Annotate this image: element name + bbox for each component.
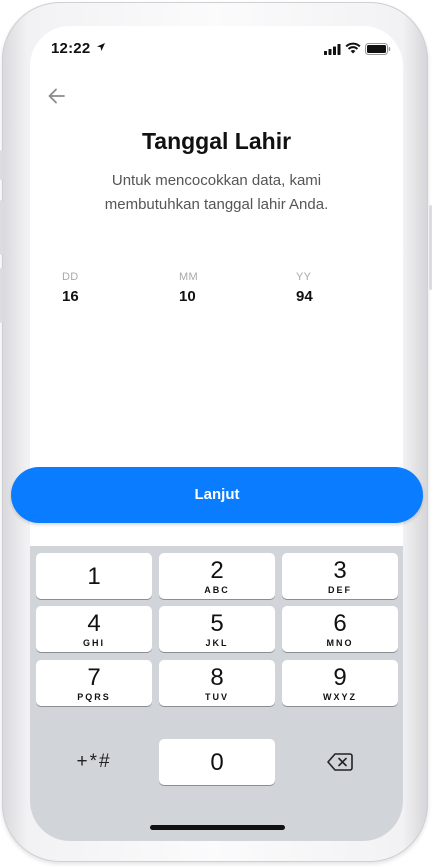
key-letters: GHI: [82, 638, 105, 648]
backspace-key[interactable]: [282, 739, 398, 785]
key-letters: PQRS: [77, 692, 111, 702]
key-2[interactable]: 2 ABC: [159, 553, 275, 599]
month-field[interactable]: MM 10: [179, 271, 259, 305]
battery-icon: [365, 43, 391, 55]
status-bar: 12:22: [30, 26, 403, 70]
key-9[interactable]: 9 WXYZ: [282, 660, 398, 706]
key-letters: DEF: [328, 585, 352, 595]
page-subtitle: Untuk mencocokkan data, kami membutuhkan…: [104, 172, 329, 213]
back-button[interactable]: [46, 86, 68, 106]
month-label: MM: [179, 271, 198, 283]
year-field[interactable]: YY 94: [296, 271, 376, 305]
key-number: 3: [333, 557, 347, 584]
key-letters: WXYZ: [323, 692, 357, 702]
key-number: 0: [210, 749, 224, 776]
key-5[interactable]: 5 JKL: [159, 606, 275, 652]
key-6[interactable]: 6 MNO: [282, 606, 398, 652]
key-number: 5: [210, 610, 224, 637]
key-letters: ABC: [204, 585, 230, 595]
key-3[interactable]: 3 DEF: [282, 553, 398, 599]
cellular-signal-icon: [324, 44, 341, 55]
key-number: 6: [333, 610, 347, 637]
key-8[interactable]: 8 TUV: [159, 660, 275, 706]
month-value: 10: [179, 288, 196, 305]
key-letters: JKL: [205, 638, 229, 648]
key-4[interactable]: 4 GHI: [36, 606, 152, 652]
side-button: [0, 200, 3, 255]
key-symbols[interactable]: +*#: [36, 739, 152, 785]
numeric-keypad: 1 2 ABC 3 DEF 4 GHI 5 JKL 6 MNO 7 PQRS 8…: [30, 546, 403, 841]
continue-button[interactable]: Lanjut: [11, 467, 423, 523]
arrow-left-icon: [48, 88, 65, 104]
key-number: 7: [87, 664, 101, 691]
home-indicator: [150, 825, 285, 830]
status-time: 12:22: [51, 40, 91, 57]
day-field[interactable]: DD 16: [62, 271, 142, 305]
location-arrow-icon: [97, 43, 105, 51]
side-button: [0, 150, 3, 180]
key-number: 1: [87, 563, 101, 590]
key-number: 4: [87, 610, 101, 637]
key-7[interactable]: 7 PQRS: [36, 660, 152, 706]
key-0[interactable]: 0: [159, 739, 275, 785]
page-title: Tanggal Lahir: [141, 128, 292, 154]
side-button: [0, 268, 3, 323]
wifi-icon: [345, 42, 361, 54]
key-number: 8: [210, 664, 224, 691]
key-1[interactable]: 1: [36, 553, 152, 599]
symbols-label: +*#: [76, 751, 112, 772]
day-label: DD: [62, 271, 79, 283]
delete-left-icon: [327, 753, 353, 771]
year-label: YY: [296, 271, 312, 283]
key-letters: TUV: [205, 692, 229, 702]
day-value: 16: [62, 288, 79, 305]
key-letters: MNO: [326, 638, 354, 648]
key-number: 9: [333, 664, 347, 691]
key-number: 2: [210, 557, 224, 584]
year-value: 94: [296, 288, 313, 305]
phone-screen: 12:22 Tanggal Lahir Untuk mencocokkan da…: [30, 26, 403, 841]
